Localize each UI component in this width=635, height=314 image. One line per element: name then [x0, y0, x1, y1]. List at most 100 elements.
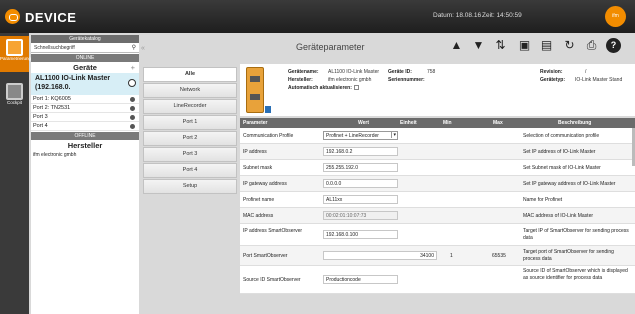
device-item-label: AL1100 IO-Link Master (192.168.0.: [35, 75, 111, 91]
device-type-label: Gerätetyp:: [540, 77, 566, 83]
cockpit-icon: [6, 83, 23, 100]
vendor-label: Hersteller:: [288, 77, 313, 83]
param-name: IP gateway address: [243, 181, 287, 187]
param-description: Set Subnet mask of IO-Link Master: [523, 165, 601, 171]
import-icon[interactable]: ▤: [539, 38, 554, 53]
param-description: Target IP of SmartObserver for sending p…: [523, 228, 629, 241]
port-item-1[interactable]: Port 1: KQ6005: [31, 95, 139, 104]
port-status-icon: [130, 115, 135, 120]
table-row: IP gateway address 0.0.0.0 Set IP gatewa…: [240, 176, 635, 192]
col-description: Beschreibung: [558, 120, 592, 126]
device-name-label: Gerätename:: [288, 69, 319, 75]
param-name: IP address SmartObserver: [243, 228, 303, 234]
port-item-label: Port 1: KQ6005: [33, 96, 71, 102]
port-item-label: Port 4: [33, 123, 48, 129]
parameter-group-nav: Alle Network LineRecorder Port 1 Port 2 …: [143, 67, 237, 195]
param-name: Subnet mask: [243, 165, 273, 171]
tab-port-2[interactable]: Port 2: [143, 131, 237, 146]
table-row: MAC address 00:02:01:10:07:73 MAC addres…: [240, 208, 635, 224]
profinet-name-input[interactable]: AL11xx: [323, 195, 398, 204]
communication-profile-select[interactable]: Profinet + LineRecorder ▾: [323, 131, 398, 140]
nav-parametrize-label: Parametrierung: [0, 56, 32, 61]
help-icon[interactable]: ?: [606, 38, 621, 53]
devices-group[interactable]: Geräte +: [31, 62, 139, 73]
smartobserver-source-id-input[interactable]: Productioncode: [323, 275, 398, 284]
tab-setup[interactable]: Setup: [143, 179, 237, 194]
table-row: IP address 192.168.0.2 Set IP address of…: [240, 144, 635, 160]
tab-port-1[interactable]: Port 1: [143, 115, 237, 130]
tab-port-3[interactable]: Port 3: [143, 147, 237, 162]
serial-label: Seriennummer:: [388, 77, 425, 83]
app-logo-icon: [5, 9, 20, 24]
search-placeholder: Schnellsuchbegriff: [34, 45, 75, 51]
export-icon[interactable]: ▣: [517, 38, 532, 53]
tab-all[interactable]: Alle: [143, 67, 237, 82]
device-catalog: Gerätekatalog Schnellsuchbegriff ⚲ ONLIN…: [31, 35, 139, 314]
manufacturer-group[interactable]: Hersteller: [31, 140, 139, 151]
chevron-down-icon: ▾: [391, 132, 396, 138]
port-item-label: Port 3: [33, 114, 48, 120]
device-badge-icon: [265, 106, 271, 113]
time-label: Zeit: 14:50:59: [482, 12, 522, 19]
port-status-icon: [130, 124, 135, 129]
user-badge[interactable]: ifm: [605, 6, 626, 27]
revision-label: Revision:: [540, 69, 563, 75]
catalog-search-input[interactable]: Schnellsuchbegriff ⚲: [31, 43, 139, 53]
catalog-header: Gerätekatalog: [31, 35, 139, 43]
select-value: Profinet + LineRecorder: [326, 133, 379, 139]
table-row: Profinet name AL11xx Name for Profinet: [240, 192, 635, 208]
param-name: Communication Profile: [243, 133, 294, 139]
param-name: Port SmartObserver: [243, 253, 288, 259]
param-name: MAC address: [243, 213, 274, 219]
nav-cockpit-label: Cockpit: [6, 100, 22, 105]
param-description: Set IP address of IO-Link Master: [523, 149, 596, 155]
table-row: Subnet mask 255.255.192.0 Set Subnet mas…: [240, 160, 635, 176]
add-device-icon[interactable]: +: [131, 62, 135, 73]
smartobserver-port-input[interactable]: 34100: [323, 251, 437, 260]
parametrize-icon: [6, 39, 23, 56]
vendor-value: ifm electronic gmbh: [328, 77, 372, 83]
port-item-2[interactable]: Port 2: TN2531: [31, 104, 139, 113]
search-icon[interactable]: ⚲: [132, 44, 136, 51]
refresh-icon[interactable]: ↻: [562, 38, 577, 53]
param-name: IP address: [243, 149, 267, 155]
auto-update-checkbox[interactable]: [354, 85, 359, 90]
port-status-icon: [130, 97, 135, 102]
tab-network[interactable]: Network: [143, 83, 237, 98]
left-nav: Parametrierung Cockpit: [0, 33, 32, 314]
param-min: 1: [450, 253, 453, 259]
device-type-value: IO-Link Master Stand: [575, 77, 623, 83]
device-item[interactable]: AL1100 IO-Link Master (192.168.0.: [31, 73, 139, 95]
print-icon[interactable]: ⎙: [584, 38, 599, 53]
device-id-value: 758: [427, 69, 436, 75]
table-row: Communication Profile Profinet + LineRec…: [240, 128, 635, 144]
param-description: Selection of communication profile: [523, 133, 600, 139]
param-description: Set IP gateway address of IO-Link Master: [523, 181, 616, 187]
manufacturer-item[interactable]: ifm electronic gmbh: [31, 151, 139, 160]
tab-port-4[interactable]: Port 4: [143, 163, 237, 178]
auto-update-label: Automatisch aktualisieren:: [288, 85, 352, 91]
nav-parametrize[interactable]: Parametrierung: [0, 36, 32, 72]
transfer-icon[interactable]: ⇅: [493, 38, 508, 53]
port-item-4[interactable]: Port 4: [31, 122, 139, 131]
param-description: MAC address of IO-Link Master: [523, 213, 594, 219]
device-name-value: AL1100 IO-Link Master: [328, 69, 380, 75]
col-unit: Einheit: [400, 120, 417, 126]
nav-cockpit[interactable]: Cockpit: [0, 80, 29, 105]
download-icon[interactable]: ▼: [471, 38, 486, 53]
param-name: Profinet name: [243, 197, 275, 203]
device-info: Gerätename: AL1100 IO-Link Master Herste…: [240, 64, 635, 116]
param-max: 65535: [492, 253, 506, 259]
gateway-address-input[interactable]: 0.0.0.0: [323, 179, 398, 188]
devices-group-label: Geräte: [73, 63, 97, 72]
subnet-mask-input[interactable]: 255.255.192.0: [323, 163, 398, 172]
port-item-3[interactable]: Port 3: [31, 113, 139, 122]
app-title: DEVICE: [25, 10, 77, 25]
ip-address-input[interactable]: 192.168.0.2: [323, 147, 398, 156]
upload-icon[interactable]: ▲: [449, 38, 464, 53]
smartobserver-ip-input[interactable]: 192.168.0.100: [323, 230, 398, 239]
tab-linerecorder[interactable]: LineRecorder: [143, 99, 237, 114]
date-label: Datum: 18.08.16: [433, 12, 482, 19]
collapse-catalog-icon[interactable]: «: [141, 45, 145, 52]
revision-value: /: [585, 69, 587, 75]
